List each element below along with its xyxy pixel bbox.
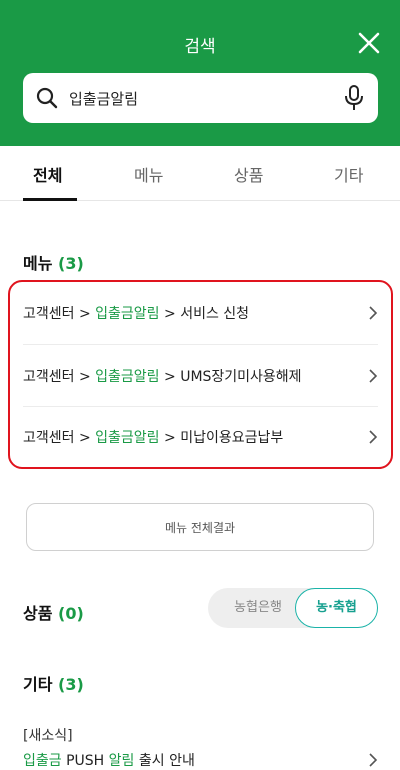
active-tab-indicator	[23, 198, 77, 201]
menu-all-results-button[interactable]: 메뉴 전체결과	[26, 503, 374, 551]
menu-result-path: 고객센터 > 입출금알림 > UMS장기미사용해제	[23, 369, 302, 385]
etc-section-count: (3)	[58, 675, 84, 694]
product-section-title: 상품 (0)	[23, 600, 84, 624]
close-icon[interactable]	[356, 30, 382, 56]
menu-result-row[interactable]: 고객센터 > 입출금알림 > 서비스 신청	[23, 281, 378, 343]
chevron-right-icon	[369, 369, 378, 383]
menu-section-count: (3)	[58, 254, 84, 273]
product-section-label: 상품	[23, 604, 53, 623]
menu-result-row[interactable]: 고객센터 > 입출금알림 > UMS장기미사용해제	[23, 344, 378, 406]
news-item-title[interactable]: 입출금 PUSH 알림 출시 안내	[23, 750, 195, 770]
header: 검색	[0, 0, 400, 146]
microphone-icon[interactable]	[344, 85, 364, 111]
toggle-nh-bank[interactable]: 농협은행	[218, 588, 298, 628]
chevron-right-icon	[369, 306, 378, 320]
page-title: 검색	[184, 37, 216, 57]
tab-etc[interactable]: 기타	[334, 162, 363, 186]
search-box	[23, 73, 378, 123]
tab-products[interactable]: 상품	[234, 162, 263, 186]
menu-result-row[interactable]: 고객센터 > 입출금알림 > 미납이용요금납부	[23, 405, 378, 467]
product-section-count: (0)	[58, 604, 84, 623]
etc-section-title: 기타 (3)	[23, 671, 84, 695]
menu-result-path: 고객센터 > 입출금알림 > 미납이용요금납부	[23, 430, 284, 446]
news-category: [새소식]	[23, 728, 73, 744]
chevron-right-icon	[369, 430, 378, 444]
etc-section-label: 기타	[23, 675, 53, 694]
toggle-nh-cooperative[interactable]: 농·축협	[295, 588, 378, 628]
menu-section-title: 메뉴 (3)	[23, 250, 84, 274]
chevron-right-icon	[369, 753, 378, 767]
tab-menu[interactable]: 메뉴	[134, 162, 163, 186]
tab-bar: 전체 메뉴 상품 기타	[0, 146, 400, 201]
tab-all[interactable]: 전체	[33, 162, 62, 186]
search-icon[interactable]	[36, 87, 58, 109]
menu-result-path: 고객센터 > 입출금알림 > 서비스 신청	[23, 306, 250, 322]
bank-toggle: 농협은행 농·축협	[208, 588, 378, 628]
menu-section-label: 메뉴	[23, 254, 53, 273]
search-input[interactable]	[69, 82, 339, 114]
